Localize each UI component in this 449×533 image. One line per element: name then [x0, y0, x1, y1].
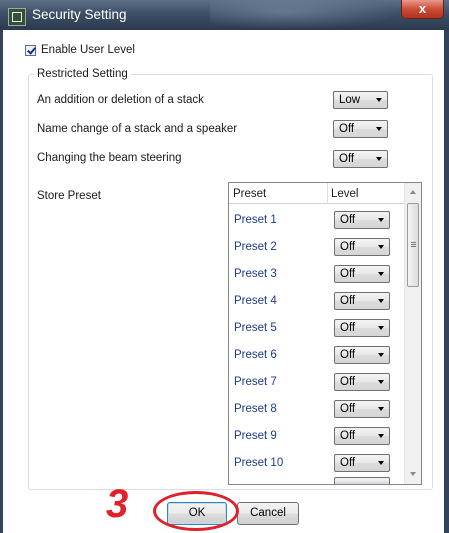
preset-level-value: Off — [340, 376, 356, 388]
preset-level-value: Off — [340, 295, 356, 307]
list-scrollbar[interactable] — [404, 183, 421, 484]
preset-level-value: Off — [340, 322, 356, 334]
chevron-down-icon — [378, 299, 384, 303]
preset-level-select[interactable]: Off — [334, 319, 390, 337]
list-item[interactable]: Preset 4 Off — [229, 288, 404, 315]
preset-level-select[interactable]: Off — [334, 400, 390, 418]
setting-label-beam-steering: Changing the beam steering — [37, 152, 182, 164]
preset-level-value: Off — [340, 214, 356, 226]
preset-name: Preset 3 — [234, 268, 277, 280]
restricted-setting-legend: Restricted Setting — [34, 68, 131, 80]
preset-level-select[interactable]: Off — [334, 427, 390, 445]
highlight-circle-annotation — [153, 491, 239, 531]
preset-level-value: Off — [340, 403, 356, 415]
preset-name: Preset 9 — [234, 430, 277, 442]
chevron-down-icon — [376, 157, 382, 161]
preset-level-select[interactable]: Off — [334, 292, 390, 310]
enable-user-level-label: Enable User Level — [41, 44, 135, 56]
preset-level-value: Off — [340, 430, 356, 442]
list-item[interactable]: Preset 5 Off — [229, 315, 404, 342]
enable-user-level-option[interactable]: Enable User Level — [25, 43, 135, 57]
name-change-level-select[interactable]: Off — [333, 120, 388, 138]
column-header-preset[interactable]: Preset — [233, 188, 266, 200]
preset-level-select[interactable]: Off — [334, 373, 390, 391]
preset-level-value: Off — [340, 349, 356, 361]
chevron-down-icon — [378, 272, 384, 276]
chevron-down-icon — [376, 98, 382, 102]
setting-label-name-change: Name change of a stack and a speaker — [37, 123, 238, 135]
chevron-down-icon — [378, 218, 384, 222]
stack-add-delete-level-select[interactable]: Low — [333, 91, 388, 109]
column-divider — [327, 183, 328, 203]
preset-name: Preset 2 — [234, 241, 277, 253]
preset-level-value: Off — [340, 241, 356, 253]
chevron-down-icon — [376, 127, 382, 131]
list-item-partial[interactable] — [229, 477, 404, 484]
preset-level-select[interactable]: Off — [334, 211, 390, 229]
window-title: Security Setting — [32, 7, 127, 22]
scroll-up-arrow-icon[interactable] — [410, 190, 416, 194]
preset-level-select[interactable]: Off — [334, 346, 390, 364]
column-header-level[interactable]: Level — [331, 188, 359, 200]
preset-name: Preset 8 — [234, 403, 277, 415]
list-item[interactable]: Preset 6 Off — [229, 342, 404, 369]
list-item[interactable]: Preset 10 Off — [229, 450, 404, 477]
preset-name: Preset 1 — [234, 214, 277, 226]
store-preset-label: Store Preset — [37, 190, 101, 202]
preset-level-select[interactable]: Off — [334, 454, 390, 472]
preset-level-value: Off — [340, 268, 356, 280]
title-bar[interactable]: Security Setting x — [0, 0, 449, 30]
preset-name: Preset 10 — [234, 457, 284, 469]
chevron-down-icon — [378, 461, 384, 465]
preset-name: Preset 7 — [234, 376, 277, 388]
preset-level-select-partial[interactable] — [334, 477, 390, 484]
list-item[interactable]: Preset 3 Off — [229, 261, 404, 288]
chevron-down-icon — [378, 353, 384, 357]
preset-level-select[interactable]: Off — [334, 265, 390, 283]
beam-steering-level-value: Off — [339, 153, 355, 165]
grip-icon — [411, 242, 416, 243]
chevron-down-icon — [378, 407, 384, 411]
preset-level-select[interactable]: Off — [334, 238, 390, 256]
stack-add-delete-level-value: Low — [339, 94, 361, 106]
preset-name: Preset 6 — [234, 349, 277, 361]
list-item[interactable]: Preset 7 Off — [229, 369, 404, 396]
chevron-down-icon — [378, 380, 384, 384]
list-item[interactable]: Preset 1 Off — [229, 207, 404, 234]
chevron-down-icon — [378, 326, 384, 330]
title-bar-glow — [210, 0, 400, 30]
enable-user-level-checkbox[interactable] — [25, 44, 36, 56]
chevron-down-icon — [378, 245, 384, 249]
list-item[interactable]: Preset 2 Off — [229, 234, 404, 261]
preset-level-value: Off — [340, 457, 356, 469]
chevron-down-icon — [378, 434, 384, 438]
cancel-button[interactable]: Cancel — [237, 502, 299, 525]
scrollbar-thumb[interactable] — [407, 203, 419, 287]
list-item[interactable]: Preset 8 Off — [229, 396, 404, 423]
name-change-level-value: Off — [339, 123, 355, 135]
beam-steering-level-select[interactable]: Off — [333, 150, 388, 168]
scroll-down-arrow-icon[interactable] — [410, 472, 416, 476]
list-item[interactable]: Preset 9 Off — [229, 423, 404, 450]
setting-label-stack-add-delete: An addition or deletion of a stack — [37, 94, 204, 106]
preset-name: Preset 4 — [234, 295, 277, 307]
app-icon[interactable] — [8, 8, 26, 26]
close-button[interactable]: x — [401, 0, 444, 19]
preset-name: Preset 5 — [234, 322, 277, 334]
window-frame-right — [444, 30, 449, 533]
preset-level-list[interactable]: Preset Level Preset 1 Off Preset 2 Off P… — [228, 182, 422, 485]
list-header: Preset Level — [229, 183, 404, 204]
step-number-annotation: 3 — [106, 482, 129, 526]
